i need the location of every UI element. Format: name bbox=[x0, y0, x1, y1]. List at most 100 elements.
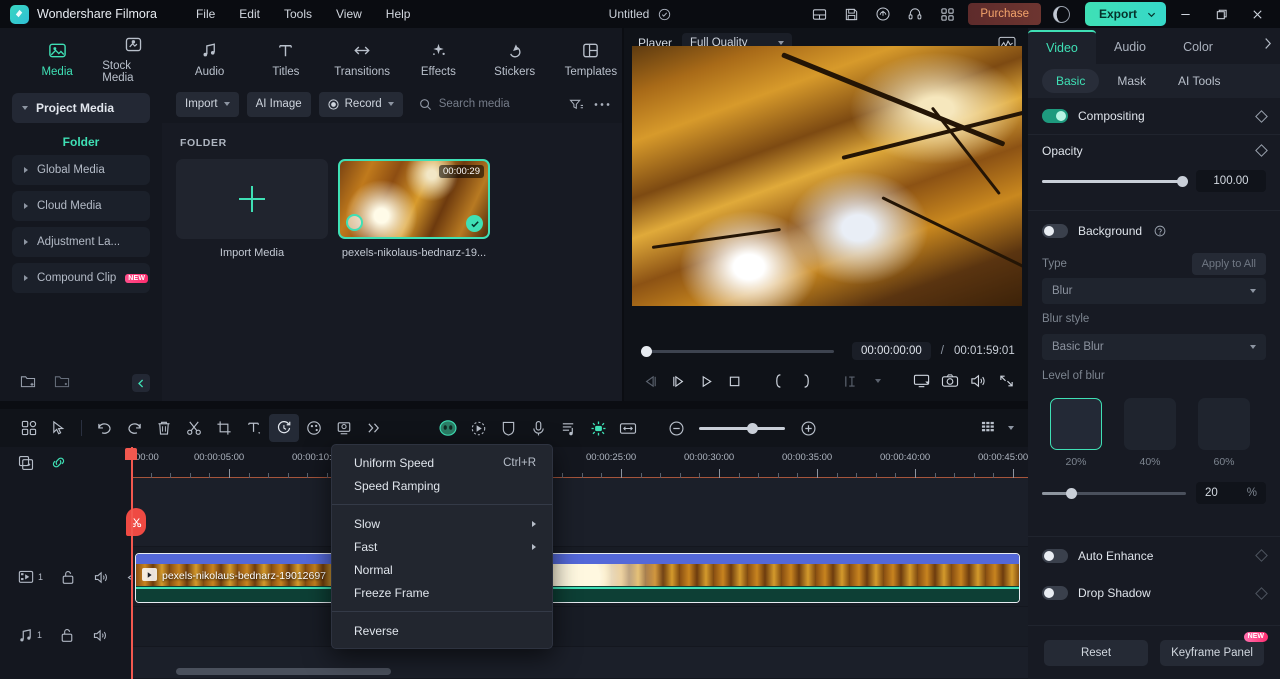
render-preview-icon[interactable] bbox=[974, 414, 1004, 442]
sidebar-item-compound-clip[interactable]: Compound Clip NEW bbox=[12, 263, 150, 293]
expand-icon[interactable] bbox=[994, 369, 1018, 393]
video-preview-frame[interactable] bbox=[632, 46, 1022, 306]
media-item[interactable]: 00:00:29 pexels-nikolaus-bednarz-19... bbox=[338, 159, 490, 259]
ribbon-tab-templates[interactable]: Templates bbox=[560, 36, 622, 78]
playhead[interactable] bbox=[131, 447, 133, 679]
timeline-clip[interactable]: pexels-nikolaus-bednarz-19012697 bbox=[135, 553, 1020, 603]
blur-level-field[interactable]: 20 % bbox=[1196, 482, 1266, 504]
crop-icon[interactable] bbox=[209, 414, 239, 442]
ribbon-tab-stock-media[interactable]: Stock Media bbox=[102, 30, 164, 84]
fit-timeline-icon[interactable] bbox=[613, 414, 643, 442]
menu-tools[interactable]: Tools bbox=[273, 3, 323, 25]
opacity-slider[interactable] bbox=[1042, 180, 1186, 183]
unlock-icon[interactable] bbox=[60, 628, 74, 643]
tab-video[interactable]: Video bbox=[1028, 30, 1096, 64]
opacity-keyframe-icon[interactable] bbox=[1255, 144, 1268, 157]
sidebar-item-project-media[interactable]: Project Media bbox=[12, 93, 150, 123]
ribbon-tab-stickers[interactable]: Stickers bbox=[484, 36, 546, 78]
timeline-tracks[interactable]: pexels-nikolaus-bednarz-19012697 bbox=[131, 478, 1028, 679]
maximize-button[interactable] bbox=[1204, 0, 1238, 28]
sidebar-item-adjustment-layer[interactable]: Adjustment La... bbox=[12, 227, 150, 257]
filter-icon[interactable] bbox=[569, 98, 584, 111]
ribbon-tab-titles[interactable]: Titles bbox=[255, 36, 317, 78]
close-button[interactable] bbox=[1240, 0, 1274, 28]
blur-level-slider[interactable] bbox=[1042, 492, 1186, 495]
menu-item-reverse[interactable]: Reverse bbox=[332, 619, 552, 642]
green-screen-icon[interactable] bbox=[329, 414, 359, 442]
redo-icon[interactable] bbox=[119, 414, 149, 442]
keyframe-panel-button[interactable]: Keyframe Panel NEW bbox=[1160, 640, 1264, 666]
stabilization-icon[interactable] bbox=[493, 414, 523, 442]
subtab-ai-tools[interactable]: AI Tools bbox=[1164, 69, 1234, 93]
background-toggle[interactable] bbox=[1042, 224, 1068, 238]
purchase-button[interactable]: Purchase bbox=[968, 3, 1041, 25]
ai-mask-icon[interactable] bbox=[433, 414, 463, 442]
subtab-basic[interactable]: Basic bbox=[1042, 69, 1099, 93]
drop-shadow-keyframe-icon[interactable] bbox=[1255, 587, 1268, 600]
import-media-dropzone[interactable] bbox=[176, 159, 328, 239]
speaker-icon[interactable] bbox=[966, 369, 990, 393]
mute-speaker-icon[interactable] bbox=[93, 570, 109, 585]
mute-speaker-icon[interactable] bbox=[92, 628, 108, 643]
timeline-ruler[interactable]: 00:00 00:00:05:00 00:00:10:00 00:00:15:0… bbox=[131, 447, 1028, 478]
track-row-audio-1[interactable] bbox=[131, 607, 1028, 647]
tab-audio[interactable]: Audio bbox=[1096, 30, 1164, 64]
audio-mixer-icon[interactable] bbox=[553, 414, 583, 442]
split-view-icon[interactable] bbox=[804, 1, 834, 27]
help-circle-icon[interactable] bbox=[1154, 225, 1166, 237]
blur-preset-40[interactable]: 40% bbox=[1124, 398, 1176, 468]
folder-settings-icon[interactable] bbox=[54, 374, 70, 389]
zoom-out-icon[interactable] bbox=[661, 414, 691, 442]
track-row-video-1[interactable]: pexels-nikolaus-bednarz-19012697 bbox=[131, 547, 1028, 607]
mark-out-button[interactable] bbox=[794, 369, 818, 393]
voice-record-icon[interactable] bbox=[523, 414, 553, 442]
sidebar-item-cloud-media[interactable]: Cloud Media bbox=[12, 191, 150, 221]
menu-item-normal[interactable]: Normal bbox=[332, 558, 552, 581]
apply-to-all-button[interactable]: Apply to All bbox=[1192, 253, 1266, 275]
split-marker-dropdown[interactable] bbox=[866, 369, 890, 393]
record-button[interactable]: Record bbox=[319, 92, 403, 117]
compositing-keyframe-icon[interactable] bbox=[1255, 110, 1268, 123]
import-button[interactable]: Import bbox=[176, 92, 239, 117]
blur-preset-60[interactable]: 60% bbox=[1198, 398, 1250, 468]
chevron-right-icon[interactable] bbox=[1263, 37, 1272, 50]
headset-icon[interactable] bbox=[900, 1, 930, 27]
menu-item-speed-ramping[interactable]: Speed Ramping bbox=[332, 474, 552, 497]
speed-clock-icon[interactable] bbox=[269, 414, 299, 442]
ai-effects-icon[interactable] bbox=[583, 414, 613, 442]
playhead-handle[interactable] bbox=[125, 448, 137, 460]
mark-in-button[interactable] bbox=[766, 369, 790, 393]
auto-enhance-keyframe-icon[interactable] bbox=[1255, 549, 1268, 562]
opacity-value[interactable]: 100.00 bbox=[1196, 170, 1266, 192]
timeline-zoom-handle[interactable] bbox=[747, 423, 758, 434]
chevron-down-icon[interactable] bbox=[1008, 426, 1014, 430]
menu-item-slow[interactable]: Slow bbox=[332, 512, 552, 535]
menu-help[interactable]: Help bbox=[375, 3, 422, 25]
reset-button[interactable]: Reset bbox=[1044, 640, 1148, 666]
subtab-mask[interactable]: Mask bbox=[1103, 69, 1160, 93]
blur-style-select[interactable]: Basic Blur bbox=[1042, 334, 1266, 360]
scrubber-handle[interactable] bbox=[641, 346, 652, 357]
ribbon-tab-transitions[interactable]: Transitions bbox=[331, 36, 393, 78]
next-frame-button[interactable] bbox=[666, 369, 690, 393]
minimize-button[interactable] bbox=[1168, 0, 1202, 28]
split-marker-button[interactable] bbox=[838, 369, 862, 393]
ai-image-button[interactable]: AI Image bbox=[247, 92, 311, 117]
menu-item-uniform-speed[interactable]: Uniform Speed Ctrl+R bbox=[332, 451, 552, 474]
cloud-upload-icon[interactable] bbox=[868, 1, 898, 27]
delete-trash-icon[interactable] bbox=[149, 414, 179, 442]
timeline-zoom-slider[interactable] bbox=[699, 427, 785, 430]
menu-file[interactable]: File bbox=[185, 3, 226, 25]
link-chain-icon[interactable] bbox=[50, 455, 67, 470]
user-avatar[interactable] bbox=[1047, 1, 1077, 27]
compositing-toggle[interactable] bbox=[1042, 109, 1068, 123]
color-palette-icon[interactable] bbox=[299, 414, 329, 442]
apps-grid-icon[interactable] bbox=[932, 1, 962, 27]
drop-shadow-toggle[interactable] bbox=[1042, 586, 1068, 600]
prev-frame-button[interactable] bbox=[638, 369, 662, 393]
menu-item-fast[interactable]: Fast bbox=[332, 535, 552, 558]
layout-grid-icon[interactable] bbox=[14, 414, 44, 442]
timeline-horizontal-scrollbar[interactable] bbox=[176, 668, 391, 675]
play-button[interactable] bbox=[694, 369, 718, 393]
menu-item-freeze-frame[interactable]: Freeze Frame bbox=[332, 581, 552, 604]
